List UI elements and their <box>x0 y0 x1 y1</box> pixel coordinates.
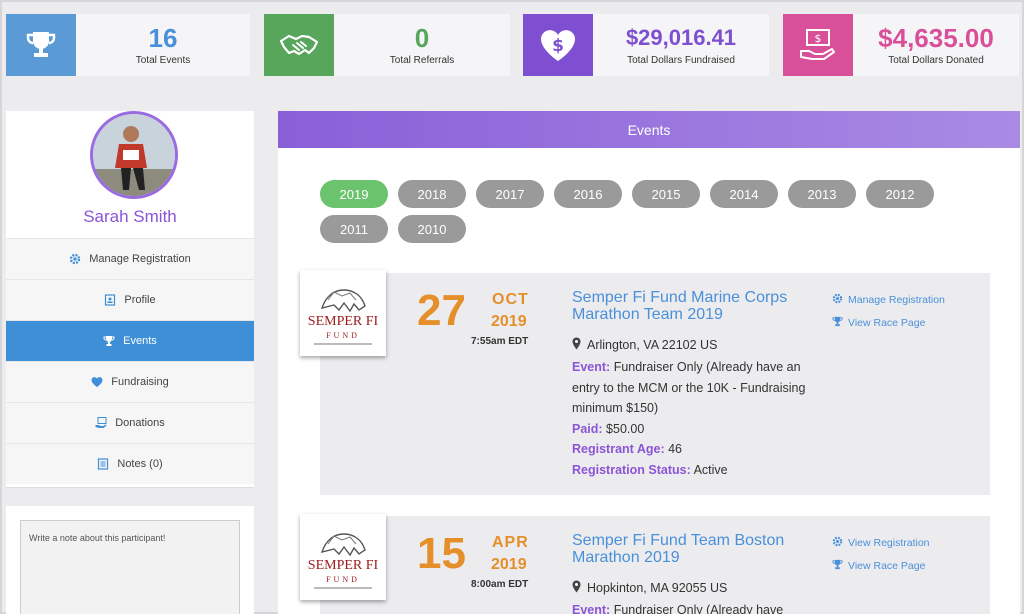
trophy-icon <box>6 14 76 76</box>
note-textarea[interactable]: Write a note about this participant! <box>20 520 240 614</box>
menu-label: Events <box>123 335 157 347</box>
menu-label: Donations <box>115 417 165 429</box>
event-title-link[interactable]: Semper Fi Fund Marine Corps Marathon Tea… <box>572 289 812 323</box>
notes-card: Write a note about this participant! <box>6 506 254 614</box>
menu-manage-registration[interactable]: Manage Registration <box>6 238 254 279</box>
event-year: 2019 <box>491 556 527 573</box>
registrant-age-label: Registrant Age: <box>572 442 665 456</box>
event-details: Event: Fundraiser Only (Already have an … <box>572 357 812 480</box>
menu-notes[interactable]: Notes (0) <box>6 443 254 484</box>
link-label: View Race Page <box>848 317 926 329</box>
notes-icon <box>97 458 109 470</box>
events-header: Events <box>278 111 1020 148</box>
paid-label: Paid: <box>572 421 603 436</box>
event-year: 2019 <box>491 313 527 330</box>
gear-icon <box>69 253 81 265</box>
view-race-page-link[interactable]: View Race Page <box>832 559 925 573</box>
view-race-page-link[interactable]: View Race Page <box>832 316 925 330</box>
svg-text:$: $ <box>552 36 564 56</box>
stat-label: Total Events <box>135 55 191 66</box>
event-details: Event: Fundraiser Only (Already have <box>572 600 812 614</box>
stat-value: $29,016.41 <box>625 25 737 50</box>
year-filter-2015[interactable]: 2015 <box>632 180 700 208</box>
year-filter-2016[interactable]: 2016 <box>554 180 622 208</box>
logo-line2: FUND <box>326 575 360 584</box>
event-title-link[interactable]: Semper Fi Fund Team Boston Marathon 2019 <box>572 532 812 566</box>
year-filter-2017[interactable]: 2017 <box>476 180 544 208</box>
event-day: 27 <box>417 286 466 335</box>
heart-icon <box>91 376 103 388</box>
event-location: Arlington, VA 22102 US <box>572 337 717 353</box>
event-logo: SEMPER FI FUND <box>300 270 386 356</box>
stat-value: 0 <box>414 23 430 53</box>
donation-icon <box>95 417 107 429</box>
menu-fundraising[interactable]: Fundraising <box>6 361 254 402</box>
stat-total-referrals: 0 Total Referrals <box>264 14 510 76</box>
menu-label: Manage Registration <box>89 253 191 265</box>
link-label: View Race Page <box>848 560 926 572</box>
event-month: OCT <box>492 291 529 308</box>
event-type-value: Fundraiser Only (Already have <box>613 603 784 614</box>
year-filter-2010[interactable]: 2010 <box>398 215 466 243</box>
year-filter-2011[interactable]: 2011 <box>320 215 388 243</box>
heart-dollar-icon: $ <box>523 14 593 76</box>
profile-card: Sarah Smith Manage Registration Profile … <box>6 111 254 488</box>
link-label: Manage Registration <box>848 294 945 306</box>
logo-line1: SEMPER FI <box>308 558 379 573</box>
event-time: 7:55am EDT <box>471 336 529 347</box>
gear-icon <box>832 293 843 307</box>
paid-value: $50.00 <box>606 421 645 436</box>
menu-label: Notes (0) <box>117 458 163 470</box>
menu-label: Fundraising <box>111 376 169 388</box>
menu-profile[interactable]: Profile <box>6 279 254 320</box>
menu-donations[interactable]: Donations <box>6 402 254 443</box>
events-panel: Events 2019 2018 2017 2016 2015 2014 201… <box>278 111 1020 614</box>
logo-line1: SEMPER FI <box>308 314 379 329</box>
stat-label: Total Dollars Donated <box>888 55 984 66</box>
event-month: APR <box>492 534 529 551</box>
hand-money-icon: $ <box>783 14 853 76</box>
event-type-label: Event: <box>572 360 611 374</box>
stat-total-events: 16 Total Events <box>6 14 250 76</box>
trophy-icon <box>103 335 115 347</box>
year-filter-2019[interactable]: 2019 <box>320 180 388 208</box>
event-type-label: Event: <box>572 603 611 614</box>
event-location: Hopkinton, MA 92055 US <box>572 580 727 596</box>
event-time: 8:00am EDT <box>471 579 529 590</box>
registrant-age-value: 46 <box>668 442 682 456</box>
svg-text:$: $ <box>815 32 822 45</box>
stat-value: $4,635.00 <box>878 23 994 53</box>
profile-card-icon <box>104 294 116 306</box>
location-text: Hopkinton, MA 92055 US <box>587 581 728 595</box>
event-day: 15 <box>417 529 466 578</box>
map-pin-icon <box>572 580 581 596</box>
year-filter-2012[interactable]: 2012 <box>866 180 934 208</box>
manage-registration-link[interactable]: Manage Registration <box>832 293 945 307</box>
registration-status-value: Active <box>693 462 728 477</box>
logo-line2: FUND <box>326 331 360 340</box>
link-label: View Registration <box>848 537 930 549</box>
event-logo: SEMPER FI FUND <box>300 514 386 600</box>
year-filter-2018[interactable]: 2018 <box>398 180 466 208</box>
trophy-icon <box>832 559 843 573</box>
map-pin-icon <box>572 337 581 353</box>
year-filter-2013[interactable]: 2013 <box>788 180 856 208</box>
menu-events[interactable]: Events <box>6 320 254 361</box>
menu-label: Profile <box>124 294 156 306</box>
stat-value: 16 <box>148 23 178 53</box>
stat-total-fundraised: $ $29,016.41 Total Dollars Fundraised <box>523 14 769 76</box>
handshake-icon <box>264 14 334 76</box>
year-filter-2014[interactable]: 2014 <box>710 180 778 208</box>
stat-total-donated: $ $4,635.00 Total Dollars Donated <box>783 14 1019 76</box>
profile-menu: Manage Registration Profile Events Fundr… <box>6 238 254 484</box>
user-name: Sarah Smith <box>83 207 177 226</box>
location-text: Arlington, VA 22102 US <box>587 338 718 352</box>
trophy-icon <box>832 316 843 330</box>
gear-icon <box>832 536 843 550</box>
view-registration-link[interactable]: View Registration <box>832 536 930 550</box>
registration-status-label: Registration Status: <box>572 462 691 477</box>
stat-label: Total Referrals <box>389 55 455 66</box>
avatar[interactable] <box>90 111 178 199</box>
stat-label: Total Dollars Fundraised <box>627 55 735 66</box>
